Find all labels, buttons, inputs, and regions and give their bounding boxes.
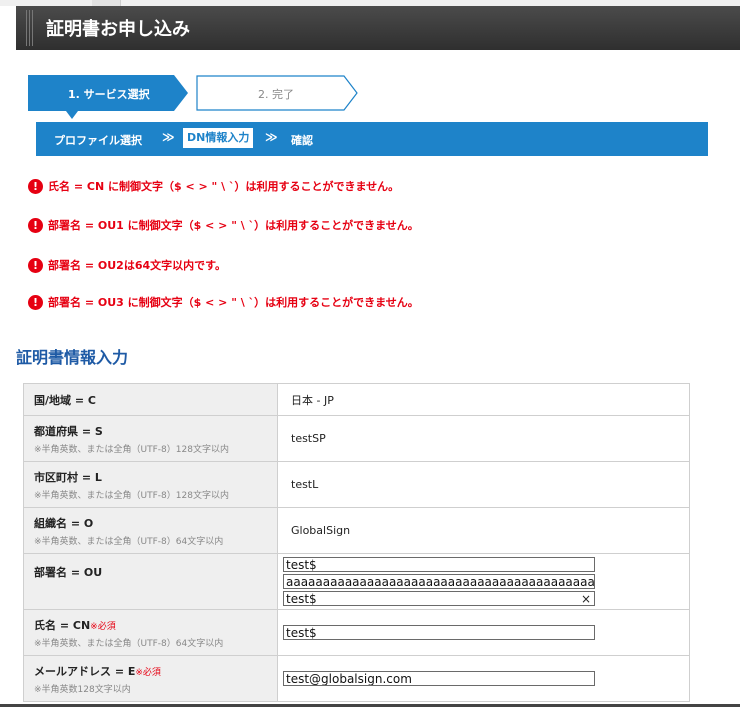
field-label: 部署名 = OU	[34, 566, 103, 579]
required-mark: ※必須	[135, 667, 161, 678]
section-title: 証明書情報入力	[16, 348, 129, 367]
field-label-cell: 国/地域 = C	[23, 383, 278, 416]
field-label: 市区町村 = L	[34, 470, 102, 484]
error-message: ! 部署名 = OU1 に制御文字（$ < > " \ `）は利用することができま…	[28, 217, 419, 233]
state-value: testSP	[277, 415, 690, 462]
subnav-dn-input-current: DN情報入力	[183, 128, 254, 148]
cn-input-value: test$	[286, 626, 317, 640]
country-value: 日本 - JP	[277, 383, 690, 416]
error-text: 氏名 = CN に制御文字（$ < > " \ `）は利用することができません。	[48, 180, 400, 193]
form-row-country: 国/地域 = C 日本 - JP	[23, 383, 690, 416]
cn-input-cell: test$	[277, 609, 690, 656]
step-label: 1. サービス選択	[68, 88, 150, 101]
email-input-cell: test@globalsign.com	[277, 655, 690, 702]
form-row-city: 市区町村 = L ※半角英数、または全角（UTF-8）128文字以内 testL	[23, 461, 690, 508]
error-text: 部署名 = OU2は64文字以内です。	[48, 259, 227, 272]
ou3-input-value: test$	[286, 592, 317, 606]
ou2-input[interactable]: aaaaaaaaaaaaaaaaaaaaaaaaaaaaaaaaaaaaaaaa…	[283, 574, 595, 589]
error-text: 部署名 = OU3 に制御文字（$ < > " \ `）は利用することができませ…	[48, 296, 419, 309]
email-input-value: test@globalsign.com	[286, 672, 412, 686]
cn-input[interactable]: test$	[283, 625, 595, 640]
error-message: ! 部署名 = OU3 に制御文字（$ < > " \ `）は利用することができま…	[28, 294, 419, 310]
required-mark: ※必須	[90, 621, 116, 632]
field-label-cell: 市区町村 = L ※半角英数、または全角（UTF-8）128文字以内	[23, 461, 278, 508]
field-label: メールアドレス = E	[34, 664, 136, 678]
email-input[interactable]: test@globalsign.com	[283, 671, 595, 686]
field-label-cell: メールアドレス = E※必須 ※半角英数128文字以内	[23, 655, 278, 702]
step-complete: 2. 完了	[196, 75, 358, 111]
field-label: 組織名 = O	[34, 516, 94, 530]
field-label-line: メールアドレス = E※必須	[34, 663, 277, 679]
field-note: ※半角英数、または全角（UTF-8）128文字以内	[34, 444, 229, 455]
error-icon: !	[28, 217, 43, 233]
page-header: 証明書お申し込み	[16, 6, 740, 50]
field-label-cell: 組織名 = O ※半角英数、または全角（UTF-8）64文字以内	[23, 507, 278, 554]
form-row-org: 組織名 = O ※半角英数、または全角（UTF-8）64文字以内 GlobalS…	[23, 507, 690, 554]
field-label: 国/地域 = C	[34, 393, 96, 407]
sub-navigation: プロファイル選択 ≫ DN情報入力 ≫ 確認	[36, 122, 708, 156]
field-note: ※半角英数、または全角（UTF-8）64文字以内	[34, 638, 224, 649]
step-service-select: 1. サービス選択	[28, 75, 188, 119]
form-row-cn: 氏名 = CN※必須 ※半角英数、または全角（UTF-8）64文字以内 test…	[23, 609, 690, 656]
double-chevron-icon: ≫	[162, 130, 175, 144]
org-value: GlobalSign	[277, 507, 690, 554]
field-label-cell: 部署名 = OU	[23, 553, 278, 610]
subnav-profile-select: プロファイル選択	[54, 134, 142, 147]
ou3-input[interactable]: test$ ×	[283, 591, 595, 606]
certificate-info-form: 国/地域 = C 日本 - JP 都道府県 = S ※半角英数、または全角（UT…	[23, 383, 690, 702]
field-label-cell: 氏名 = CN※必須 ※半角英数、または全角（UTF-8）64文字以内	[23, 609, 278, 656]
field-note: ※半角英数、または全角（UTF-8）128文字以内	[34, 490, 229, 501]
field-label: 氏名 = CN	[34, 618, 91, 632]
double-chevron-icon: ≫	[265, 130, 278, 144]
form-row-email: メールアドレス = E※必須 ※半角英数128文字以内 test@globals…	[23, 655, 690, 702]
subnav-confirm: 確認	[291, 134, 313, 147]
field-label-line: 氏名 = CN※必須	[34, 617, 277, 633]
clear-icon[interactable]: ×	[581, 592, 591, 605]
header-grip	[26, 10, 34, 46]
error-message: ! 部署名 = OU2は64文字以内です。	[28, 257, 226, 273]
page-title: 証明書お申し込み	[46, 19, 190, 40]
field-note: ※半角英数128文字以内	[34, 684, 131, 695]
error-icon: !	[28, 294, 43, 310]
error-icon: !	[28, 257, 43, 273]
city-value: testL	[277, 461, 690, 508]
ou1-input-value: test$	[286, 558, 317, 572]
form-row-state: 都道府県 = S ※半角英数、または全角（UTF-8）128文字以内 testS…	[23, 415, 690, 462]
ou1-input[interactable]: test$	[283, 557, 595, 572]
field-label: 都道府県 = S	[34, 424, 103, 438]
error-message: ! 氏名 = CN に制御文字（$ < > " \ `）は利用することができません…	[28, 178, 399, 194]
ou2-input-value: aaaaaaaaaaaaaaaaaaaaaaaaaaaaaaaaaaaaaaaa…	[286, 575, 595, 589]
error-text: 部署名 = OU1 に制御文字（$ < > " \ `）は利用することができませ…	[48, 219, 419, 232]
field-label-cell: 都道府県 = S ※半角英数、または全角（UTF-8）128文字以内	[23, 415, 278, 462]
form-row-ou: 部署名 = OU test$ aaaaaaaaaaaaaaaaaaaaaaaaa…	[23, 553, 690, 610]
field-note: ※半角英数、または全角（UTF-8）64文字以内	[34, 536, 224, 547]
error-icon: !	[28, 178, 43, 194]
step-label: 2. 完了	[258, 88, 294, 101]
ou-inputs-cell: test$ aaaaaaaaaaaaaaaaaaaaaaaaaaaaaaaaaa…	[277, 553, 690, 610]
